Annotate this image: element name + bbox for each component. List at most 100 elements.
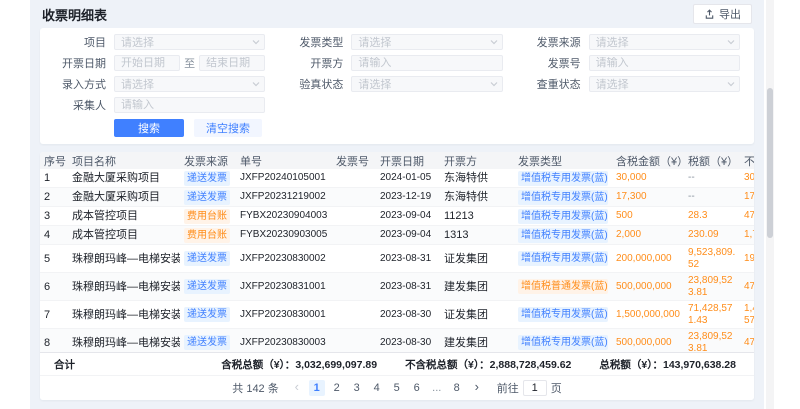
cell-date: 2023-08-30: [376, 301, 440, 329]
table-row[interactable]: 8珠穆朗玛峰—电梯安装递送发票JXFP202308300032023-08-30…: [40, 329, 754, 353]
pagination-ellipsis[interactable]: ...: [429, 380, 445, 396]
cell-amount: 2,000: [612, 226, 684, 245]
table-row[interactable]: 1金融大厦采购项目递送发票JXFP202401050012024-01-05东海…: [40, 169, 754, 188]
start-date-input[interactable]: [121, 57, 173, 70]
duplicate-status-select[interactable]: 请选择: [589, 76, 740, 92]
cell-no: 8: [40, 329, 68, 353]
cell-tax: 230.09: [684, 226, 740, 245]
end-date-input[interactable]: [206, 57, 258, 70]
filter-field-invoice-no: 发票号: [529, 55, 740, 71]
pagination-next-icon[interactable]: ›: [469, 380, 485, 396]
summary-total-tax: 总税额（¥）：143,970,638.28: [599, 357, 736, 372]
cell-order_no: FYBX20230904003: [236, 207, 332, 226]
invoice-table-card: 序号 项目名称 发票来源 单号 发票号 开票日期 开票方 发票类型 含税金额（¥…: [40, 152, 754, 400]
table-row[interactable]: 5珠穆朗玛峰—电梯安装递送发票JXFP202308300022023-08-31…: [40, 245, 754, 273]
filter-actions: 搜索 清空搜索: [54, 119, 740, 137]
collector-input[interactable]: [121, 99, 258, 112]
invoice-source-select[interactable]: 请选择: [589, 34, 740, 50]
cell-type: 增值税专用发票(蓝): [514, 245, 612, 273]
cell-type: 增值税专用发票(蓝): [514, 207, 612, 226]
collector-label: 采集人: [54, 97, 106, 113]
invoice-type-select[interactable]: 请选择: [351, 34, 502, 50]
invoice-source-select-placeholder: 请选择: [596, 34, 629, 50]
scrollbar-thumb[interactable]: [767, 88, 773, 238]
pagination-page[interactable]: 5: [389, 380, 405, 396]
export-button-label: 导出: [719, 6, 741, 22]
pagination-prev-icon[interactable]: ‹: [289, 380, 305, 396]
search-button[interactable]: 搜索: [114, 119, 184, 137]
project-select[interactable]: 请选择: [114, 34, 265, 50]
export-icon: [704, 9, 715, 20]
type-tag: 增值税专用发票(蓝): [518, 307, 608, 322]
table-row[interactable]: 2金融大厦采购项目递送发票JXFP202312190022023-12-19东海…: [40, 188, 754, 207]
cell-project: 成本管控项目: [68, 207, 180, 226]
summary-item-value: 143,970,638.28: [663, 359, 736, 371]
filter-field-issuer: 开票方: [291, 55, 502, 71]
summary-item-label: 不含税总额（¥）：: [405, 359, 490, 371]
cell-order_no: JXFP20240105001: [236, 169, 332, 188]
cell-net: 190,476,190.48: [740, 245, 754, 273]
cell-date: 2023-08-31: [376, 273, 440, 301]
filter-field-entry-method: 录入方式 请选择: [54, 76, 265, 92]
chevron-down-icon: [490, 38, 498, 46]
window-scrollbar[interactable]: [766, 0, 774, 409]
entry-method-select-placeholder: 请选择: [121, 76, 154, 92]
issuer-input[interactable]: [358, 57, 495, 70]
cell-issuer: 东海特供: [440, 169, 514, 188]
pagination-goto: 前往 页: [497, 380, 562, 396]
clear-search-button[interactable]: 清空搜索: [194, 119, 262, 137]
pagination-page[interactable]: 6: [409, 380, 425, 396]
table-scroll-area[interactable]: 序号 项目名称 发票来源 单号 发票号 开票日期 开票方 发票类型 含税金额（¥…: [40, 152, 754, 352]
table-row[interactable]: 4成本管控项目费用台账FYBX202309030052023-09-041313…: [40, 226, 754, 245]
verify-status-label: 验真状态: [291, 76, 343, 92]
col-type: 发票类型: [514, 152, 612, 169]
cell-project: 金融大厦采购项目: [68, 188, 180, 207]
entry-method-select[interactable]: 请选择: [114, 76, 265, 92]
pagination: 共 142 条 ‹ 123456...8 › 前往 页: [40, 375, 754, 400]
invoice-no-input-wrap: [589, 55, 740, 71]
cell-tax: 71,428,571.43: [684, 301, 740, 329]
verify-status-select[interactable]: 请选择: [351, 76, 502, 92]
table-row[interactable]: 3成本管控项目费用台账FYBX202309040032023-09-041121…: [40, 207, 754, 226]
pagination-page[interactable]: 3: [349, 380, 365, 396]
cell-date: 2023-09-04: [376, 226, 440, 245]
invoice-table: 序号 项目名称 发票来源 单号 发票号 开票日期 开票方 发票类型 含税金额（¥…: [40, 152, 754, 352]
pagination-page[interactable]: 2: [329, 380, 345, 396]
cell-net: 1,428,571,428.57: [740, 301, 754, 329]
cell-source: 递送发票: [180, 329, 236, 353]
pagination-page[interactable]: 1: [309, 380, 325, 396]
cell-no: 2: [40, 188, 68, 207]
page-title: 收票明细表: [42, 5, 107, 24]
summary-tax-included-total: 含税总额（¥）：3,032,699,097.89: [221, 357, 377, 372]
col-date: 开票日期: [376, 152, 440, 169]
cell-source: 递送发票: [180, 188, 236, 207]
source-tag: 递送发票: [184, 307, 230, 322]
cell-amount: 1,500,000,000: [612, 301, 684, 329]
cell-amount: 30,000: [612, 169, 684, 188]
source-tag: 递送发票: [184, 190, 230, 205]
project-select-placeholder: 请选择: [121, 34, 154, 50]
source-tag: 递送发票: [184, 279, 230, 294]
invoice-date-label: 开票日期: [54, 55, 106, 71]
cell-project: 成本管控项目: [68, 226, 180, 245]
cell-tax: 28.3: [684, 207, 740, 226]
cell-invoice_no: [332, 329, 376, 353]
filter-field-project: 项目 请选择: [54, 34, 265, 50]
goto-page-input[interactable]: [523, 380, 547, 396]
cell-net: 471.7: [740, 207, 754, 226]
pagination-page[interactable]: 4: [369, 380, 385, 396]
filter-field-duplicate-status: 查重状态 请选择: [529, 76, 740, 92]
table-row[interactable]: 6珠穆朗玛峰—电梯安装递送发票JXFP202308310012023-08-31…: [40, 273, 754, 301]
cell-tax: 23,809,523.81: [684, 329, 740, 353]
export-button[interactable]: 导出: [693, 4, 752, 24]
filter-panel: 项目 请选择 发票类型 请选择 发票来源 请选择: [40, 28, 754, 144]
filter-field-invoice-date: 开票日期 至: [54, 55, 265, 71]
col-amount: 含税金额（¥）: [612, 152, 684, 169]
type-tag: 增值税专用发票(蓝): [518, 251, 608, 266]
summary-item-value: 3,032,699,097.89: [295, 359, 377, 371]
invoice-no-input[interactable]: [596, 57, 733, 70]
table-row[interactable]: 7珠穆朗玛峰—电梯安装递送发票JXFP202308300012023-08-30…: [40, 301, 754, 329]
cell-issuer: 11213: [440, 207, 514, 226]
summary-item-value: 2,888,728,459.62: [490, 359, 572, 371]
pagination-page[interactable]: 8: [449, 380, 465, 396]
